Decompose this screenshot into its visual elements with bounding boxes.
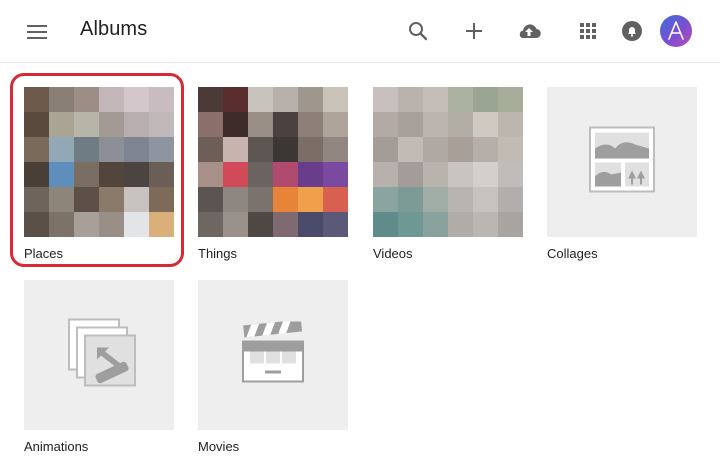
album-animations[interactable]: Animations [24, 280, 174, 454]
album-label: Animations [24, 439, 89, 454]
menu-icon[interactable] [26, 21, 48, 43]
top-app-bar: Albums [0, 0, 720, 63]
notifications-icon[interactable] [620, 19, 644, 43]
album-thumbnail [547, 87, 697, 237]
album-label: Collages [547, 246, 598, 261]
account-avatar[interactable] [660, 15, 692, 47]
album-label: Videos [373, 246, 413, 261]
collage-icon [589, 126, 655, 198]
add-icon[interactable] [462, 19, 486, 43]
upload-cloud-icon[interactable] [515, 19, 543, 43]
search-icon[interactable] [406, 19, 430, 43]
album-videos[interactable]: Videos [373, 87, 523, 261]
album-thumbnail [373, 87, 523, 237]
album-thumbnail [24, 280, 174, 430]
apps-grid-icon[interactable] [576, 19, 600, 43]
album-label: Things [198, 246, 238, 261]
animation-icon [67, 318, 137, 393]
album-collages[interactable]: Collages [547, 87, 697, 261]
page-title: Albums [80, 18, 148, 40]
album-movies[interactable]: Movies [198, 280, 348, 454]
album-thumbnail [24, 87, 174, 237]
album-things[interactable]: Things [198, 87, 348, 261]
album-places[interactable]: Places [24, 87, 174, 261]
album-label: Places [24, 246, 64, 261]
movie-clapper-icon [240, 319, 306, 389]
album-thumbnail [198, 87, 348, 237]
album-label: Movies [198, 439, 240, 454]
album-thumbnail [198, 280, 348, 430]
